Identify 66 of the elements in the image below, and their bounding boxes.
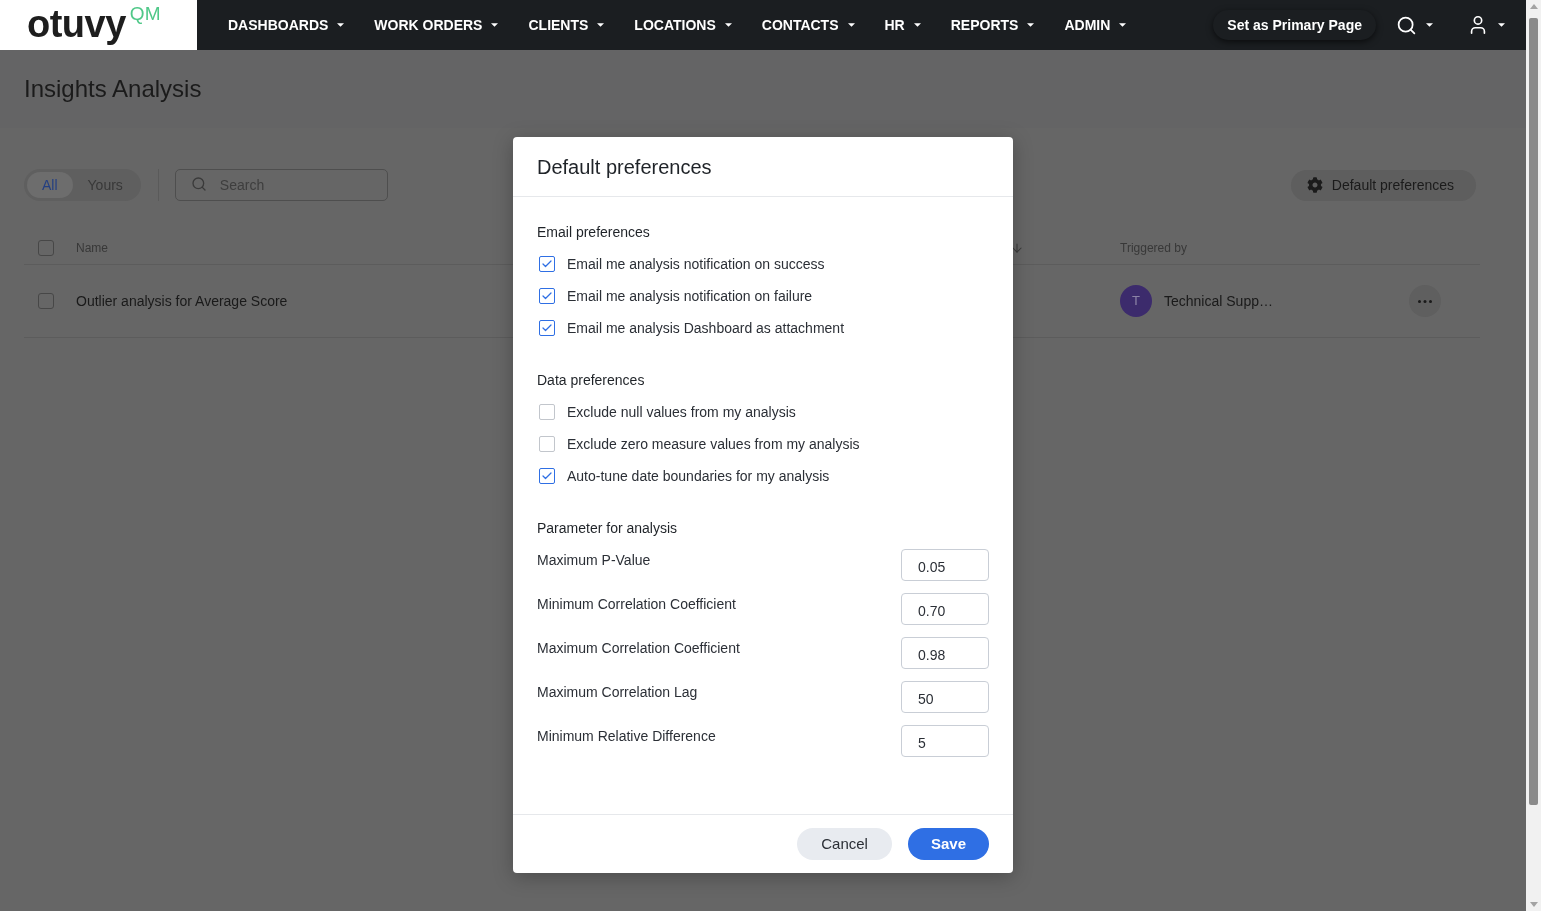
parameter-label: Maximum P-Value [537, 551, 651, 570]
caret-icon [1426, 23, 1433, 27]
parameter-label: Minimum Correlation Coefficient [537, 595, 736, 614]
gear-icon [1306, 177, 1323, 193]
set-primary-page-button[interactable]: Set as Primary Page [1213, 10, 1376, 40]
checkmark-icon [541, 290, 553, 302]
option-label[interactable]: Exclude null values from my analysis [567, 401, 796, 423]
caret-icon [1498, 23, 1505, 27]
more-options-button[interactable] [1409, 285, 1441, 317]
logo-wordmark: otuvy [27, 4, 126, 44]
checkmark-icon [541, 322, 553, 334]
checkbox[interactable] [539, 288, 555, 304]
option-label[interactable]: Email me analysis notification on failure [567, 285, 813, 307]
dialog-title: Default preferences [537, 154, 712, 180]
checkbox[interactable] [539, 468, 555, 484]
caret-icon [1119, 23, 1127, 27]
section-heading: Email preferences [537, 223, 651, 242]
checkbox[interactable] [539, 256, 555, 272]
caret-icon [724, 23, 732, 27]
nav-menu-item[interactable]: ADMIN [1064, 15, 1127, 35]
ellipsis-icon [1418, 299, 1432, 303]
arrow-down-icon[interactable] [1529, 902, 1538, 907]
value-field[interactable]: 0.70 [901, 593, 989, 625]
page-title: Insights Analysis [24, 74, 202, 104]
section-heading: Data preferences [537, 371, 646, 390]
caret-icon [847, 23, 855, 27]
caret-icon [597, 23, 605, 27]
value-field[interactable]: 0.98 [901, 637, 989, 669]
avatar: T [1120, 285, 1152, 317]
parameter-label: Maximum Correlation Coefficient [537, 639, 740, 658]
search-menu-button[interactable] [1396, 14, 1433, 36]
caret-icon [491, 23, 499, 27]
caret-icon [1027, 23, 1035, 27]
nav-menu-item[interactable]: CLIENTS [528, 15, 605, 35]
nav-menu-item[interactable]: DASHBOARDS [228, 15, 345, 35]
caret-icon [913, 23, 921, 27]
nav-menu-item[interactable]: HR [884, 15, 921, 35]
option-label[interactable]: Exclude zero measure values from my analysis [567, 433, 860, 455]
parameter-label: Minimum Relative Difference [537, 727, 716, 746]
checkbox[interactable] [38, 240, 54, 256]
search-icon [1396, 14, 1417, 36]
cancel-button[interactable]: Cancel [797, 828, 892, 860]
nav-menu-item[interactable]: WORK ORDERS [374, 15, 499, 35]
value-field[interactable]: 5 [901, 725, 989, 757]
checkmark-icon [541, 258, 553, 270]
arrow-up-icon[interactable] [1529, 4, 1538, 9]
option-label[interactable]: Auto-tune date boundaries for my analysis [567, 465, 830, 487]
scrollbar-thumb[interactable] [1529, 18, 1538, 805]
caret-icon [337, 23, 345, 27]
nav-menu-item[interactable]: LOCATIONS [634, 15, 732, 35]
checkmark-icon [541, 470, 553, 482]
parameter-label: Maximum Correlation Lag [537, 683, 698, 702]
option-label[interactable]: Email me analysis Dashboard as attachment [567, 317, 845, 339]
save-button[interactable]: Save [907, 828, 989, 860]
nav-menu-item[interactable]: CONTACTS [761, 15, 855, 35]
option-label[interactable]: Email me analysis notification on success [567, 253, 825, 275]
checkbox[interactable] [38, 293, 54, 309]
scrollbar[interactable] [1526, 0, 1541, 911]
nav-menu-item[interactable]: REPORTS [950, 15, 1035, 35]
value-field[interactable]: 50 [901, 681, 989, 713]
section-heading: Parameter for analysis [537, 519, 679, 538]
logo-suffix: QM [129, 4, 161, 24]
triggered-by-name: Technical Supp… [1164, 291, 1273, 311]
value-field[interactable]: 0.05 [901, 549, 989, 581]
search-icon [190, 176, 207, 192]
checkbox[interactable] [539, 320, 555, 336]
